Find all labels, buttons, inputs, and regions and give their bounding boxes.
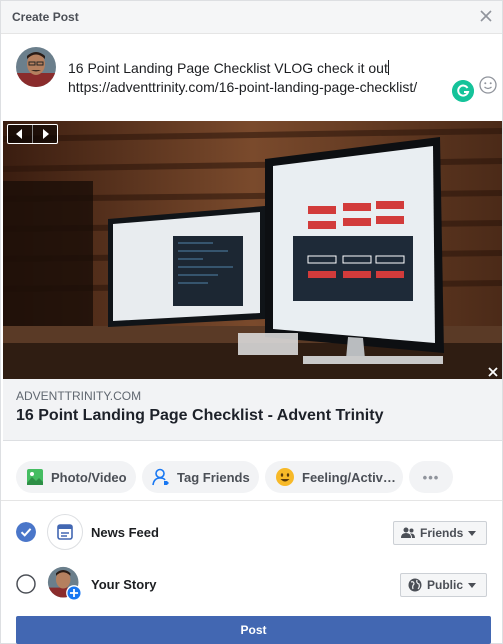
tag-friends-button[interactable]: Tag Friends [142,461,259,493]
composer-text[interactable]: 16 Point Landing Page Checklist VLOG che… [68,59,448,97]
tag-friends-label: Tag Friends [177,469,250,485]
news-feed-icon [47,514,83,550]
feeling-emoji-icon [276,468,294,486]
feeling-activity-label: Feeling/Activ… [302,469,396,485]
post-button[interactable]: Post [16,616,491,644]
news-feed-label: News Feed [91,525,159,540]
news-feed-audience-select[interactable]: Friends [393,521,487,545]
share-row-your-story: Your Story Public [1,560,502,610]
emoji-icon[interactable] [479,76,497,94]
link-title: 16 Point Landing Page Checklist - Advent… [16,407,384,424]
your-story-avatar [47,566,82,601]
tag-friends-icon [152,468,169,486]
close-icon[interactable] [478,8,494,24]
news-feed-audience-label: Friends [420,526,464,540]
your-story-audience-label: Public [427,578,464,592]
photo-video-button[interactable]: Photo/Video [16,461,136,493]
create-post-dialog: Create Post 16 Point Landing Page Checkl… [0,0,503,644]
your-story-audience-select[interactable]: Public [400,573,487,597]
user-avatar [16,47,56,87]
chevron-right-icon [43,129,49,139]
carousel-controls [7,124,58,144]
chevron-down-icon [468,582,477,588]
text-caret [387,60,389,75]
news-feed-checkbox[interactable] [16,522,36,542]
link-domain: ADVENTTRINITY.COM [16,389,142,403]
link-preview-card[interactable]: ADVENTTRINITY.COM 16 Point Landing Page … [3,379,502,441]
your-story-label: Your Story [91,577,157,592]
composer-actions: Photo/Video Tag Friends Feeling/Activ… •… [1,451,502,501]
composer-text-line1: 16 Point Landing Page Checklist VLOG che… [68,60,388,76]
carousel-next-button[interactable] [32,125,57,143]
dialog-header: Create Post [1,1,502,34]
carousel-prev-button[interactable] [8,125,32,143]
friends-icon [401,527,415,538]
composer-text-line2: https://adventtrinity.com/16-point-landi… [68,79,418,95]
chevron-left-icon [16,129,22,139]
your-story-checkbox[interactable] [16,574,36,594]
more-icon: ••• [422,469,440,485]
grammarly-icon[interactable] [452,80,474,102]
chevron-down-icon [468,530,477,536]
globe-icon [408,578,422,592]
dialog-title: Create Post [12,10,79,24]
share-row-news-feed: News Feed Friends [1,508,502,558]
more-options-button[interactable]: ••• [409,461,453,493]
post-composer[interactable]: 16 Point Landing Page Checklist VLOG che… [1,35,502,121]
photo-video-label: Photo/Video [51,469,127,485]
remove-preview-icon[interactable] [487,366,499,378]
photo-icon [27,469,43,485]
link-preview-image[interactable] [3,121,502,379]
feeling-activity-button[interactable]: Feeling/Activ… [265,461,403,493]
